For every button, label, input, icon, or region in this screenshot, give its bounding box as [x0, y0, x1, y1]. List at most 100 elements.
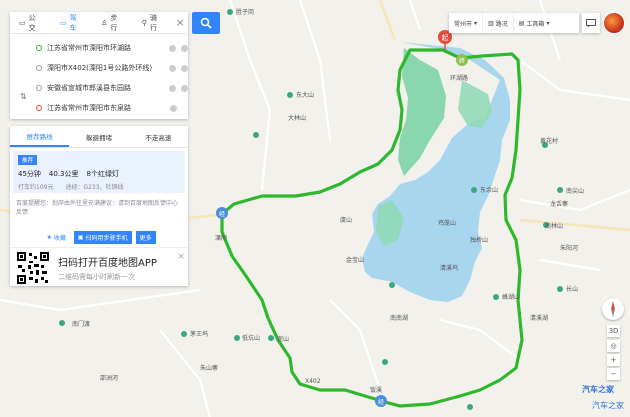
- zoom-out-icon[interactable]: −: [607, 368, 620, 380]
- waypoint-start[interactable]: 江苏省常州市溧阳市环湖路: [36, 38, 188, 58]
- close-icon[interactable]: ×: [177, 252, 185, 262]
- start-dot-icon: [36, 45, 42, 51]
- waypoint-marker[interactable]: 经: [216, 207, 228, 219]
- search-icon: [200, 17, 212, 29]
- compass-icon: [611, 301, 615, 317]
- compass-control[interactable]: [602, 298, 624, 320]
- app-promo: 扫码打开百度地图APP 二维码需每小时刷新一次 ×: [10, 250, 188, 286]
- plan-time: 45分钟: [18, 170, 41, 178]
- plan-lights: 8个红绿灯: [86, 170, 119, 178]
- city-selector[interactable]: 常州市 ▾: [449, 13, 484, 33]
- waypoint-marker[interactable]: 经: [375, 395, 387, 407]
- map-label: 长山: [566, 285, 578, 293]
- tab-label: 驾车: [69, 13, 77, 32]
- tab-recommended[interactable]: 推荐路线: [10, 126, 70, 147]
- map-label: 南南湖: [390, 314, 408, 322]
- car-icon: ▭: [60, 18, 67, 27]
- avatar[interactable]: [603, 12, 625, 34]
- map-label: 清溪坞: [440, 264, 458, 272]
- tab-car[interactable]: ▭ 驾车: [51, 12, 92, 34]
- waypoint-end[interactable]: 江苏省常州市溧阳市东泉路: [36, 98, 188, 118]
- waypoint-via[interactable]: 安徽省宣城市郎溪县东园路: [36, 78, 188, 98]
- waypoint-marker[interactable]: 终: [456, 54, 468, 66]
- map-label: 南林山: [545, 222, 563, 230]
- map-label: 南门渡: [72, 320, 90, 328]
- message-button[interactable]: [582, 13, 600, 33]
- traffic-icon: ▥: [488, 19, 494, 27]
- close-icon[interactable]: ×: [172, 16, 188, 29]
- map-label: 饭溪: [370, 386, 382, 394]
- tab-label: 步行: [110, 13, 118, 32]
- add-icon[interactable]: [181, 84, 188, 92]
- plan-stats: 45分钟 40.3公里 8个红绿灯: [18, 169, 180, 179]
- waypoint-via[interactable]: 溧阳市X402(溧阳1号公路外环线): [36, 58, 188, 78]
- waypoint-text[interactable]: 江苏省常州市溧阳市环湖路: [47, 43, 164, 53]
- map-label: 大林山: [288, 114, 306, 122]
- toolbox-button[interactable]: ▤ 工具箱 ▾: [514, 13, 555, 33]
- bike-icon: ⚲: [141, 18, 147, 27]
- favorite-label: 收藏: [53, 235, 66, 242]
- remove-icon[interactable]: [169, 44, 176, 52]
- tab-bus[interactable]: ▭ 公交: [10, 12, 51, 34]
- phone-icon: ▣: [77, 234, 84, 241]
- svg-text:经: 经: [378, 398, 384, 406]
- route-plan-card[interactable]: 推荐 45分钟 40.3公里 8个红绿灯 打车约109元 途经：G233，杜铜线: [13, 151, 185, 193]
- add-icon[interactable]: [181, 64, 188, 72]
- watermark-sub: 汽车之家: [592, 401, 624, 410]
- tab-walk[interactable]: ♙ 步行: [92, 12, 133, 34]
- map-label: 胜子岗: [236, 8, 254, 16]
- favorite-button[interactable]: ★ 收藏: [42, 231, 69, 244]
- tab-bike[interactable]: ⚲ 骑行: [133, 12, 173, 34]
- map-label: 茅王坞: [190, 330, 208, 338]
- waypoint-text[interactable]: 溧阳市X402(溧阳1号公路外环线): [47, 63, 164, 73]
- plan-taxi: 打车约109元: [18, 184, 54, 191]
- promo-subtitle: 二维码需每小时刷新一次: [58, 273, 135, 281]
- traffic-label: 路况: [495, 20, 508, 28]
- action-bar: ★ 收藏 ▣ 扫码用步驶手机 更多: [10, 228, 188, 248]
- remove-icon[interactable]: [170, 104, 177, 112]
- remove-icon[interactable]: [169, 64, 176, 72]
- locate-icon[interactable]: ◎: [607, 340, 620, 352]
- map-label: 溧阳: [215, 234, 227, 242]
- tip-text: 百度提醒您：划岸由外往里充满建议：请到百度地图反馈中心反馈: [16, 200, 179, 216]
- more-button[interactable]: 更多: [135, 231, 156, 244]
- zoom-in-icon[interactable]: +: [607, 354, 620, 366]
- map-label: 东余山: [480, 186, 498, 194]
- plan-badge: 推荐: [18, 155, 38, 165]
- swap-icon[interactable]: ⇅: [20, 92, 27, 101]
- map-label: 朱阳河: [560, 244, 578, 252]
- remove-icon[interactable]: [169, 84, 176, 92]
- watermark-main: 汽车之家: [582, 385, 614, 394]
- map-label: 清溪湖: [530, 314, 548, 322]
- waypoint-text[interactable]: 安徽省宣城市郎溪县东园路: [47, 83, 164, 93]
- qr-code[interactable]: [16, 251, 50, 285]
- search-button[interactable]: [192, 12, 220, 34]
- map-label: 虞山: [340, 216, 352, 224]
- chevron-down-icon: ▾: [474, 19, 478, 27]
- plan-distance: 40.3公里: [48, 170, 79, 178]
- map-label: X402: [305, 378, 321, 385]
- waypoint-text[interactable]: 江苏省常州市溧阳市东泉路: [47, 103, 165, 113]
- 3d-toggle[interactable]: 3D: [607, 325, 620, 337]
- send-to-phone-button[interactable]: ▣ 扫码用步驶手机: [73, 231, 132, 244]
- route-panel: ▭ 公交 ▭ 驾车 ♙ 步行 ⚲ 骑行 × ⇅ 江苏省常州市溧阳市环湖路 溧阳市…: [10, 12, 188, 119]
- mode-tabs: ▭ 公交 ▭ 驾车 ♙ 步行 ⚲ 骑行 ×: [10, 12, 188, 34]
- svg-text:终: 终: [459, 57, 465, 65]
- map-label: 鸡笼山: [438, 219, 456, 227]
- promo-title: 扫码打开百度地图APP: [58, 258, 157, 269]
- traffic-button[interactable]: ▥ 路况: [483, 13, 514, 33]
- add-icon[interactable]: [181, 44, 188, 52]
- map-label: 低坑山: [242, 334, 260, 342]
- map-label: 金宝山: [346, 256, 364, 264]
- via-dot-icon: [36, 65, 42, 71]
- map-label: 独桥山: [470, 236, 488, 244]
- walk-icon: ♙: [101, 18, 108, 27]
- toolbox-icon: ▤: [518, 19, 525, 27]
- tab-avoid-congestion[interactable]: 躲避拥堵: [69, 126, 128, 147]
- result-panel: 推荐路线 躲避拥堵 不走高速 推荐 45分钟 40.3公里 8个红绿灯 打车约1…: [10, 126, 188, 286]
- end-dot-icon: [36, 105, 42, 111]
- tab-no-highway[interactable]: 不走高速: [129, 126, 188, 147]
- send-phone-label: 扫码用步驶手机: [85, 235, 128, 242]
- map-label: 东大山: [296, 91, 314, 99]
- promo-text: 扫码打开百度地图APP 二维码需每小时刷新一次: [58, 254, 157, 282]
